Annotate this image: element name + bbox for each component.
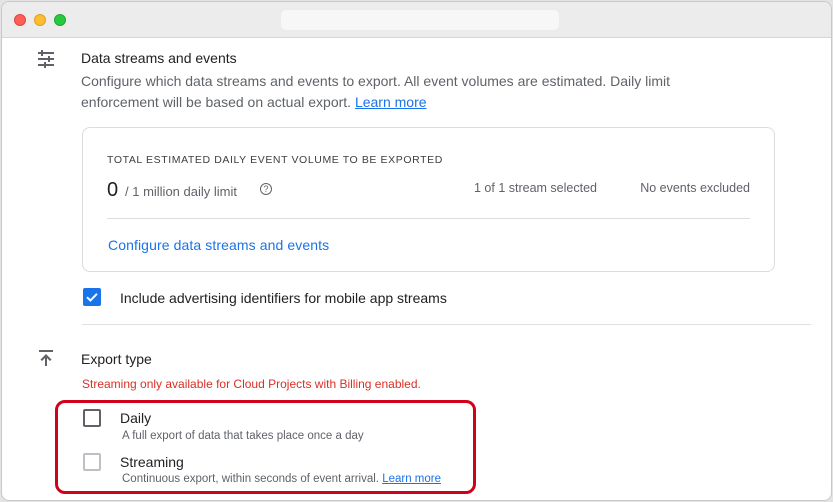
title-bar: [2, 2, 831, 38]
advertising-ids-label[interactable]: Include advertising identifiers for mobi…: [120, 290, 447, 306]
advertising-ids-checkbox[interactable]: [83, 288, 101, 306]
streaming-checkbox[interactable]: [83, 453, 101, 471]
help-icon[interactable]: ?: [260, 183, 272, 195]
tune-icon: [36, 50, 56, 73]
daily-option-title[interactable]: Daily: [120, 410, 151, 426]
checkmark-icon: [86, 293, 98, 302]
maximize-window-button[interactable]: [54, 14, 66, 26]
close-window-button[interactable]: [14, 14, 26, 26]
streaming-option-title[interactable]: Streaming: [120, 454, 184, 470]
data-streams-title: Data streams and events: [81, 50, 237, 66]
card-divider: [107, 218, 750, 219]
data-streams-description: Configure which data streams and events …: [81, 71, 701, 112]
browser-window: Data streams and events Configure which …: [1, 1, 832, 501]
daily-limit-text: / 1 million daily limit: [125, 184, 237, 199]
upload-icon: [37, 349, 55, 372]
streaming-warning: Streaming only available for Cloud Proje…: [82, 377, 421, 391]
streaming-description-text: Continuous export, within seconds of eve…: [122, 473, 379, 485]
learn-more-link[interactable]: Learn more: [355, 94, 427, 110]
event-volume-label: TOTAL ESTIMATED DAILY EVENT VOLUME TO BE…: [107, 154, 443, 166]
daily-checkbox[interactable]: [83, 409, 101, 427]
streaming-option-description: Continuous export, within seconds of eve…: [122, 473, 441, 485]
configure-streams-link[interactable]: Configure data streams and events: [108, 237, 329, 253]
main-content: Data streams and events Configure which …: [2, 39, 831, 500]
streaming-learn-more-link[interactable]: Learn more: [382, 473, 441, 485]
streams-selected-text: 1 of 1 stream selected: [474, 181, 597, 195]
event-volume-value: 0: [107, 179, 119, 201]
events-excluded-text: No events excluded: [640, 181, 750, 195]
section-divider: [82, 324, 811, 325]
daily-option-description: A full export of data that takes place o…: [122, 430, 364, 442]
minimize-window-button[interactable]: [34, 14, 46, 26]
export-type-title: Export type: [81, 351, 152, 367]
address-bar[interactable]: [281, 10, 559, 30]
event-volume-card: TOTAL ESTIMATED DAILY EVENT VOLUME TO BE…: [82, 127, 775, 272]
